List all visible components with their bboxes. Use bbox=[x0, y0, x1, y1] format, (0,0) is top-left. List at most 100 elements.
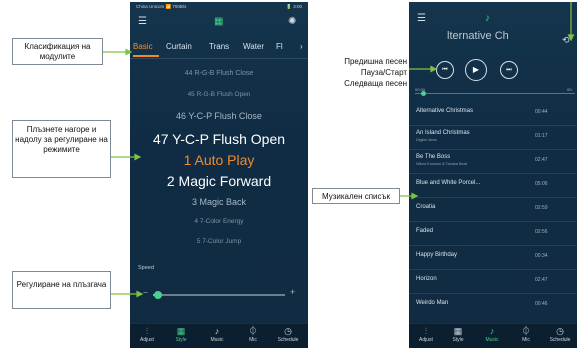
status-bar: China Unicom 📶 700B/s 🔋 3:00 bbox=[130, 2, 308, 12]
song-duration: 00:46 bbox=[535, 301, 548, 307]
song-name: Croatia bbox=[416, 204, 436, 210]
nav-schedule[interactable]: ◷ Schedule bbox=[543, 326, 577, 344]
tab-water[interactable]: Water bbox=[243, 42, 264, 51]
nav-label: Style bbox=[452, 337, 464, 343]
music-icon: ♪ bbox=[485, 13, 490, 24]
grid-icon: ▦ bbox=[176, 326, 186, 336]
nav-label: Music bbox=[210, 337, 224, 343]
mode-item[interactable]: 4 7-Color Energy bbox=[130, 218, 308, 225]
song-name: Be The Boss bbox=[416, 154, 451, 160]
music-icon: ♪ bbox=[489, 326, 495, 336]
song-duration: 02:47 bbox=[535, 277, 548, 283]
callout-swipe: Плъзнете нагоре и надолу за регулиране н… bbox=[12, 120, 111, 178]
speed-slider[interactable] bbox=[153, 291, 285, 299]
tab-flow[interactable]: Fl bbox=[276, 42, 283, 51]
song-duration: 00:34 bbox=[535, 253, 548, 259]
status-carrier: China Unicom 📶 700B/s bbox=[136, 4, 187, 9]
nav-mic[interactable]: ⏀ Mic bbox=[236, 326, 270, 344]
list-item[interactable]: Croatia 02:59 bbox=[409, 197, 577, 222]
song-name: Faded bbox=[416, 228, 434, 234]
nav-mic[interactable]: ⏀ Mic bbox=[509, 326, 543, 344]
chevron-right-icon[interactable]: › bbox=[300, 42, 303, 51]
list-item[interactable]: Weirdo Man 00:46 bbox=[409, 293, 577, 317]
nav-label: Style bbox=[175, 337, 187, 343]
adjust-icon: ⫶ bbox=[424, 326, 428, 336]
mic-icon: ⏀ bbox=[248, 326, 258, 336]
mode-item-selected[interactable]: 1 Auto Play bbox=[130, 152, 308, 168]
list-item[interactable]: Be The Boss Wilow Knoxton & Tanuka Beat … bbox=[409, 149, 577, 174]
slider-plus-button[interactable]: + bbox=[290, 287, 295, 297]
play-pause-button[interactable]: ▶ bbox=[465, 59, 487, 81]
nav-music[interactable]: ♪ Music bbox=[475, 326, 509, 344]
tab-trans[interactable]: Trans bbox=[209, 42, 229, 51]
song-duration: 02:56 bbox=[535, 229, 548, 235]
song-name: Weirdo Man bbox=[416, 300, 449, 306]
slider-handle[interactable] bbox=[154, 291, 163, 299]
label-pause-start: Пауза/Старт bbox=[360, 68, 407, 77]
nav-adjust[interactable]: ⫶ Adjust bbox=[130, 326, 164, 344]
music-icon: ♪ bbox=[214, 326, 220, 336]
tab-basic[interactable]: Basic bbox=[133, 42, 153, 51]
list-item[interactable]: Alternative Christmas 00:44 bbox=[409, 101, 577, 126]
song-duration: 02:59 bbox=[535, 205, 548, 211]
clock-icon: ◷ bbox=[556, 326, 564, 336]
nav-label: Schedule bbox=[549, 337, 571, 343]
top-bar: ☰ ♪ bbox=[409, 10, 577, 30]
mode-item[interactable]: 44 R-G-B Flush Close bbox=[130, 70, 308, 77]
list-item[interactable]: Happy Birthday 00:34 bbox=[409, 245, 577, 270]
song-name: Horizon bbox=[416, 276, 437, 282]
mode-item[interactable]: 2 Magic Forward bbox=[130, 173, 308, 189]
list-item[interactable]: An Island Christmas Digital Jams 01:17 bbox=[409, 125, 577, 150]
tab-curtain[interactable]: Curtain bbox=[166, 42, 192, 51]
song-name: Happy Birthday bbox=[416, 252, 458, 258]
next-song-button[interactable]: ⏭ bbox=[500, 61, 518, 79]
callout-modules: Класификация на модулите bbox=[12, 38, 103, 65]
label-previous-song: Предишна песен bbox=[344, 57, 407, 66]
grid-icon: ▦ bbox=[214, 16, 224, 27]
menu-icon[interactable]: ☰ bbox=[417, 14, 426, 24]
song-title: lternative Ch bbox=[447, 30, 509, 42]
nav-label: Mic bbox=[249, 337, 257, 343]
list-item[interactable]: Blue and White Porcel... 05:06 bbox=[409, 173, 577, 198]
mode-item[interactable]: 46 Y-C-P Flush Close bbox=[130, 111, 308, 121]
menu-icon[interactable]: ☰ bbox=[138, 17, 147, 27]
nav-style[interactable]: ▦ Style bbox=[441, 326, 475, 344]
song-artist: Wilow Knoxton & Tanuka Beat bbox=[416, 162, 467, 166]
song-duration: 05:06 bbox=[535, 181, 548, 187]
mode-item[interactable]: 45 R-G-B Flush Open bbox=[130, 91, 308, 98]
mode-item[interactable]: 3 Magic Back bbox=[130, 197, 308, 207]
list-item[interactable]: Horizon 02:47 bbox=[409, 269, 577, 294]
style-screen: China Unicom 📶 700B/s 🔋 3:00 ☰ ▦ ✺ Basic… bbox=[130, 2, 308, 348]
nav-music[interactable]: ♪ Music bbox=[200, 326, 234, 344]
mode-item[interactable]: 47 Y-C-P Flush Open bbox=[130, 131, 308, 147]
previous-song-button[interactable]: ⏮ bbox=[436, 61, 454, 79]
song-duration: 00:44 bbox=[535, 109, 548, 115]
song-name: Alternative Christmas bbox=[416, 108, 474, 114]
active-tab-indicator bbox=[133, 55, 159, 57]
mic-icon: ⏀ bbox=[521, 326, 531, 336]
nav-adjust[interactable]: ⫶ Adjust bbox=[409, 326, 443, 344]
top-bar: ☰ ▦ ✺ bbox=[130, 12, 308, 32]
nav-schedule[interactable]: ◷ Schedule bbox=[271, 326, 305, 344]
nav-style[interactable]: ▦ Style bbox=[164, 326, 198, 344]
callout-playlist: Музикален списък bbox=[312, 188, 400, 204]
mode-item[interactable]: 5 7-Color Jump bbox=[130, 238, 308, 245]
status-battery-time: 🔋 3:00 bbox=[286, 4, 302, 9]
speed-label: Speed bbox=[138, 265, 154, 271]
list-item[interactable]: Faded 02:56 bbox=[409, 221, 577, 246]
adjust-icon: ⫶ bbox=[145, 326, 149, 336]
time-total: 00: bbox=[567, 87, 573, 92]
callout-slider: Регулиране на плъзгача bbox=[12, 271, 111, 309]
progress-handle[interactable] bbox=[421, 91, 426, 96]
module-tabs: Basic Curtain Trans Water Fl › bbox=[130, 38, 308, 59]
bottom-nav: ⫶ Adjust ▦ Style ♪ Music ⏀ Mic ◷ Schedul… bbox=[409, 323, 577, 348]
slider-minus-button[interactable]: − bbox=[143, 288, 148, 297]
settings-icon[interactable]: ✺ bbox=[288, 17, 296, 27]
progress-bar[interactable] bbox=[415, 91, 575, 96]
nav-label: Adjust bbox=[419, 337, 433, 343]
song-name: Blue and White Porcel... bbox=[416, 180, 481, 186]
repeat-icon[interactable]: ⟲ bbox=[562, 35, 570, 45]
nav-label: Adjust bbox=[140, 337, 154, 343]
nav-label: Music bbox=[485, 337, 499, 343]
music-screen: ☰ ♪ lternative Ch ⟲ ⏮ ▶ ⏭ 00:00 00: Alte… bbox=[409, 2, 577, 348]
